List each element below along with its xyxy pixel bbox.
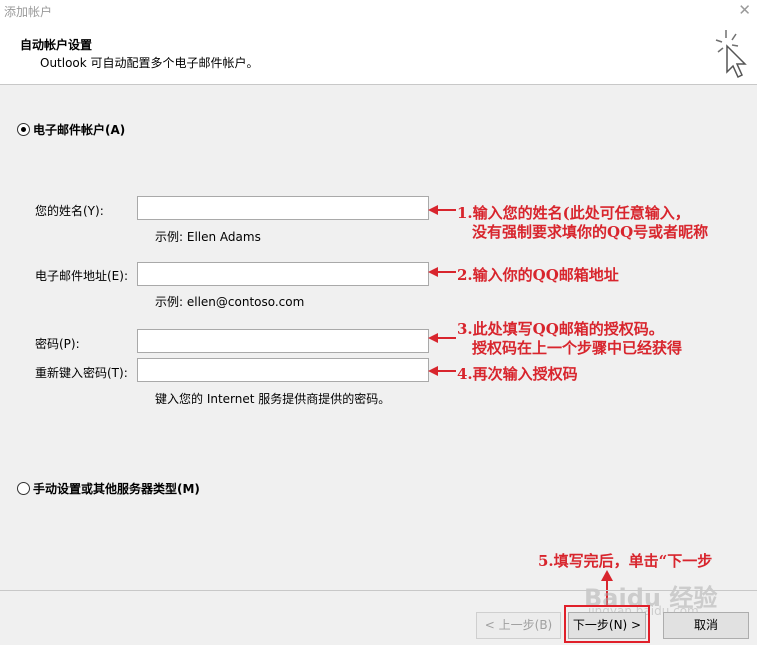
email-input[interactable] xyxy=(137,262,429,286)
annotation-step-3-line-2: 授权码在上一个步骤中已经获得 xyxy=(472,339,683,357)
password-hint: 键入您的 Internet 服务提供商提供的密码。 xyxy=(155,392,391,406)
password-confirm-input[interactable] xyxy=(137,358,429,382)
back-button[interactable]: < 上一步(B) xyxy=(476,612,561,639)
header-title: 自动帐户设置 xyxy=(20,38,93,52)
name-label: 您的姓名(Y): xyxy=(35,204,104,218)
manual-setup-radio[interactable] xyxy=(17,482,30,495)
wizard-cursor-icon xyxy=(715,30,747,79)
email-hint: 示例: ellen@contoso.com xyxy=(155,295,305,309)
email-account-label: 电子邮件帐户(A) xyxy=(33,123,126,137)
manual-setup-label: 手动设置或其他服务器类型(M) xyxy=(33,482,200,496)
email-account-radio[interactable] xyxy=(17,123,30,136)
cancel-button[interactable]: 取消 xyxy=(663,612,749,639)
annotation-step-5: 5.填写完后，单击“下一步 xyxy=(538,552,713,570)
wizard-header: 自动帐户设置 Outlook 可自动配置多个电子邮件帐户。 xyxy=(0,22,757,85)
next-button-highlight xyxy=(564,605,650,643)
annotation-arrow-1 xyxy=(428,205,456,215)
password-input[interactable] xyxy=(137,329,429,353)
title-bar: 添加帐户 ✕ xyxy=(0,0,757,22)
annotation-step-2: 2.输入你的QQ邮箱地址 xyxy=(457,266,619,284)
name-hint: 示例: Ellen Adams xyxy=(155,230,261,244)
close-icon[interactable]: ✕ xyxy=(738,1,751,19)
header-subtitle: Outlook 可自动配置多个电子邮件帐户。 xyxy=(40,56,259,70)
annotation-step-1-line-1: 1.输入您的姓名(此处可任意输入， xyxy=(457,204,690,222)
annotation-arrow-2 xyxy=(428,267,456,277)
name-input[interactable] xyxy=(137,196,429,220)
password-label: 密码(P): xyxy=(35,337,80,351)
annotation-arrow-4 xyxy=(428,366,456,376)
annotation-step-3-line-1: 3.此处填写QQ邮箱的授权码。 xyxy=(457,320,664,338)
window-title: 添加帐户 xyxy=(4,5,53,19)
annotation-step-4: 4.再次输入授权码 xyxy=(457,365,578,383)
password-confirm-label: 重新键入密码(T): xyxy=(35,366,128,380)
annotation-step-1-line-2: 没有强制要求填你的QQ号或者昵称 xyxy=(472,223,709,241)
annotation-arrow-3 xyxy=(428,333,456,343)
email-label: 电子邮件地址(E): xyxy=(35,269,128,283)
footer-divider xyxy=(0,590,757,591)
